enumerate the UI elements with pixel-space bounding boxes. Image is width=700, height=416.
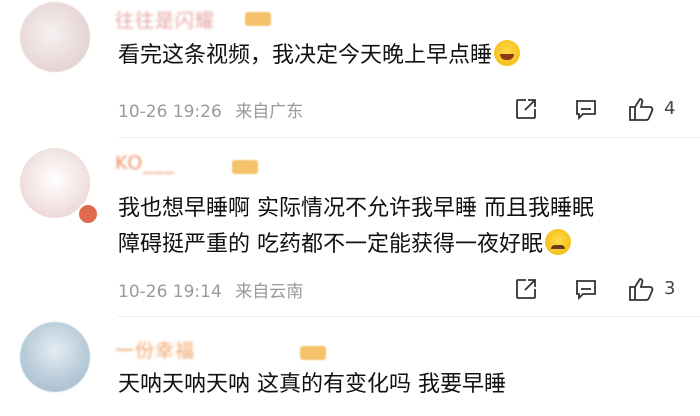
comment-icon[interactable] xyxy=(574,277,598,301)
avatar[interactable] xyxy=(20,322,90,392)
comment-location: 来自广东 xyxy=(235,102,304,122)
like-count: 3 xyxy=(664,278,676,299)
username[interactable]: 一份幸福 xyxy=(115,336,195,363)
comment-date: 10-26 19:26 xyxy=(118,102,222,122)
comment-text-line-2-content: 障碍挺严重的 吃药都不一定能获得一夜好眠 xyxy=(118,232,543,257)
username[interactable]: 往往是闪耀 xyxy=(115,6,215,33)
vip-badge xyxy=(232,160,258,174)
comment-date: 10-26 19:14 xyxy=(118,282,222,302)
thumbs-up-icon[interactable] xyxy=(628,96,656,122)
divider xyxy=(118,316,700,317)
username[interactable]: KO___ xyxy=(115,152,175,174)
vip-badge xyxy=(300,346,326,360)
comment-icon[interactable] xyxy=(574,97,598,121)
divider xyxy=(118,137,700,138)
comment-text: 天呐天呐天呐 这真的有变化吗 我要早睡 xyxy=(118,372,506,397)
share-icon[interactable] xyxy=(514,97,538,121)
comment-meta: 10-26 19:14 来自云南 xyxy=(118,277,303,302)
comment-meta: 10-26 19:26 来自广东 xyxy=(118,97,303,122)
share-icon[interactable] xyxy=(514,277,538,301)
comment-location: 来自云南 xyxy=(235,282,304,302)
thumbs-up-icon[interactable] xyxy=(628,276,656,302)
comment-text: 我也想早睡啊 实际情况不允许我早睡 而且我睡眠 障碍挺严重的 吃药都不一定能获得… xyxy=(118,191,594,263)
comment-text-content: 看完这条视频，我决定今天晚上早点睡 xyxy=(118,43,493,68)
vip-badge xyxy=(245,12,271,26)
laughing-emoji-icon xyxy=(494,40,521,66)
comment-text: 看完这条视频，我决定今天晚上早点睡 xyxy=(118,38,521,74)
avatar[interactable] xyxy=(20,2,90,72)
comment-text-line-2: 障碍挺严重的 吃药都不一定能获得一夜好眠 xyxy=(118,227,594,263)
comment-text-line-1: 我也想早睡啊 实际情况不允许我早睡 而且我睡眠 xyxy=(118,196,594,221)
like-count: 4 xyxy=(664,98,676,119)
avatar-badge xyxy=(77,203,99,225)
sad-emoji-icon xyxy=(545,229,571,255)
